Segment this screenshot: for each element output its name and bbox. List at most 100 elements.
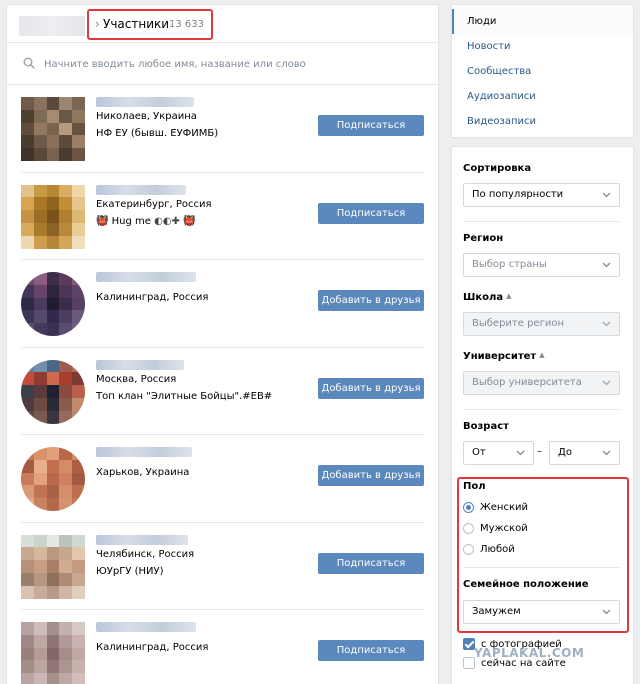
person-row: Челябинск, Россия ЮУрГУ (НИУ) Подписаться [21,523,424,610]
subscribe-button[interactable]: Подписаться [318,202,424,224]
age-to-value: До [558,447,572,458]
person-status-text: Hug me [111,215,151,227]
person-name[interactable] [96,359,184,370]
chevron-down-icon [602,609,611,615]
university-label-text: Университет [463,351,537,362]
region-select[interactable]: Выбор страны [463,253,620,277]
add-friend-button[interactable]: Добавить в друзья [318,377,424,399]
radio-dot[interactable] [463,544,474,555]
divider [463,567,620,568]
sort-select[interactable]: По популярности [463,183,620,207]
page-header: › Участники 13 633 [7,5,438,43]
search-filters: Сортировка По популярности Регион Выбор … [451,146,634,684]
devil-emoji-icon: 👹 [96,215,112,227]
person-row: Екатеринбург, Россия 👹 Hug me ◐◐✚ 👹 Подпис… [21,173,424,260]
person-name[interactable] [96,447,192,457]
university-select[interactable]: Выбор университета [463,371,620,395]
age-from-value: От [472,447,486,458]
participants-panel: › Участники 13 633 Николаев, Украина НФ Е… [6,4,439,684]
gender-radio[interactable]: Мужской [463,523,528,534]
people-list: Николаев, Украина НФ ЕУ (бывш. ЕУФИМБ) Под… [7,85,438,684]
nav-item[interactable]: Люди [452,9,633,34]
age-range-dash: – [537,446,542,457]
marital-select[interactable]: Замужем [463,600,620,624]
person-location: Москва, Россия [96,373,177,385]
person-location: Николаев, Украина [96,111,197,122]
watermark: YAPLAKAL.COM [474,646,585,660]
avatar[interactable] [21,622,85,684]
caret-up-icon: ▲ [539,351,545,359]
nav-item[interactable]: Аудиозаписи [452,84,633,109]
person-location: Харьков, Украина [96,467,190,478]
add-friend-button[interactable]: Добавить в друзья [318,290,424,311]
gender-label: Пол [463,481,486,492]
gender-option-label: Любой [480,544,515,555]
nav-item[interactable]: Сообщества [452,59,633,84]
gender-option-label: Женский [480,502,528,513]
chevron-down-icon [602,262,611,268]
add-friend-button[interactable]: Добавить в друзья [318,465,424,486]
person-row: Москва, Россия Топ клан "Элитные Бойцы".#… [21,348,424,435]
age-from-select[interactable]: От [463,441,534,465]
person-location: Калининград, Россия [96,642,209,653]
person-name[interactable] [96,534,188,545]
nav-item[interactable]: Видеозаписи [452,109,633,134]
avatar[interactable] [21,184,85,249]
school-label[interactable]: Школа ▲ [463,292,511,303]
status-emoji-icon: ◐◐✚ 👹 [150,215,196,227]
avatar[interactable] [21,534,85,599]
breadcrumb-group-name[interactable] [19,16,85,36]
sort-label: Сортировка [463,163,532,174]
person-location: Челябинск, Россия [96,548,195,560]
chevron-down-icon [602,321,611,327]
avatar[interactable] [21,447,85,511]
person-name[interactable] [96,97,194,107]
person-name[interactable] [96,184,186,195]
university-label[interactable]: Университет ▲ [463,351,545,362]
school-label-text: Школа [463,292,504,303]
person-details: ЮУрГУ (НИУ) [96,565,164,577]
person-details: НФ ЕУ (бывш. ЕУФИМБ) [96,128,219,139]
person-name[interactable] [96,622,196,632]
search-bar [7,43,438,85]
school-placeholder: Выберите регион [472,318,564,329]
university-placeholder: Выбор университета [472,377,582,388]
person-details: Топ клан "Элитные Бойцы".#EB# [96,390,273,402]
subscribe-button[interactable]: Подписаться [318,640,424,661]
marital-label: Семейное положение [463,579,589,590]
subscribe-button[interactable]: Подписаться [318,552,424,574]
chevron-down-icon [602,380,611,386]
avatar[interactable] [21,97,85,161]
chevron-down-icon [602,192,611,198]
nav-item[interactable]: Новости [452,34,633,59]
region-placeholder: Выбор страны [472,259,547,270]
chevron-down-icon [602,450,611,456]
chevron-down-icon [516,450,525,456]
caret-up-icon: ▲ [506,292,512,300]
person-details: 👹 Hug me ◐◐✚ 👹 [96,216,196,227]
sort-value: По популярности [472,189,564,200]
person-row: Харьков, Украина Добавить в друзья [21,435,424,523]
person-location: Екатеринбург, Россия [96,198,212,210]
age-to-select[interactable]: До [549,441,620,465]
radio-dot[interactable] [463,523,474,534]
region-label: Регион [463,233,504,244]
gender-radio[interactable]: Любой [463,544,515,555]
person-location: Калининград, Россия [96,292,209,303]
divider [463,409,620,410]
search-icon [23,57,35,69]
person-name[interactable] [96,272,196,282]
gender-radio[interactable]: Женский [463,502,528,513]
search-input[interactable] [44,55,424,73]
avatar[interactable] [21,272,85,336]
gender-option-label: Мужской [480,523,528,534]
avatar[interactable] [21,359,85,424]
person-row: Калининград, Россия Подписаться [21,610,424,684]
page-title: Участники [103,17,170,31]
section-nav: Люди Новости Сообщества Аудиозаписи Видеозап… [451,4,634,138]
divider [463,221,620,222]
marital-value: Замужем [472,606,521,617]
radio-dot[interactable] [463,502,474,513]
school-select[interactable]: Выберите регион [463,312,620,336]
subscribe-button[interactable]: Подписаться [318,115,424,136]
